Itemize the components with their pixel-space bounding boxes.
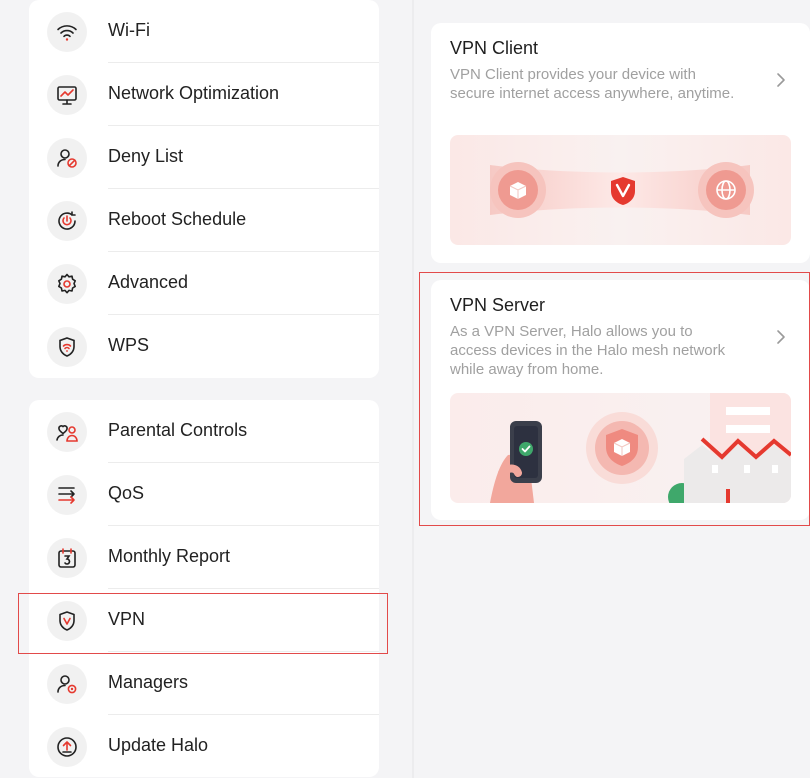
vpn-shield-icon [47, 601, 87, 641]
menu-item-label: Deny List [108, 146, 184, 166]
vpn-client-card[interactable]: VPN Client VPN Client provides your devi… [431, 23, 810, 263]
menu-item-managers[interactable]: Managers [29, 652, 379, 715]
wifi-icon [47, 12, 87, 52]
menu-item-label: Advanced [108, 272, 189, 292]
gear-icon [47, 264, 87, 304]
menu-item-label: Managers [108, 672, 189, 692]
chevron-right-icon [777, 73, 785, 87]
menu-item-network-optimization[interactable]: Network Optimization [29, 63, 379, 126]
menu-item-monthly-report[interactable]: Monthly Report [29, 526, 379, 589]
menu-item-qos[interactable]: QoS [29, 463, 379, 526]
pane-divider [412, 0, 414, 778]
monthly-report-icon [47, 538, 87, 578]
update-icon [47, 727, 87, 767]
vpn-server-title: VPN Server [450, 295, 546, 315]
managers-icon [47, 664, 87, 704]
network-optimization-icon [47, 75, 87, 115]
parental-controls-icon [47, 412, 87, 452]
wps-icon [47, 327, 87, 367]
menu-item-label: WPS [108, 335, 150, 355]
qos-icon [47, 475, 87, 515]
vpn-client-title: VPN Client [450, 38, 539, 58]
menu-item-label: Parental Controls [108, 420, 248, 440]
menu-item-wps[interactable]: WPS [29, 315, 379, 378]
menu-item-parental-controls[interactable]: Parental Controls [29, 400, 379, 463]
chevron-right-icon [777, 330, 785, 344]
deny-list-icon [47, 138, 87, 178]
menu-item-label: Network Optimization [108, 83, 280, 103]
settings-group-features: Parental Controls QoS Monthly Report VPN… [29, 400, 379, 777]
menu-item-label: Wi-Fi [108, 20, 150, 40]
menu-item-vpn[interactable]: VPN [29, 589, 379, 652]
vpn-client-description: VPN Client provides your device with sec… [450, 66, 735, 102]
menu-item-label: QoS [108, 483, 145, 503]
settings-group-network: Wi-Fi Network Optimization Deny List Reb… [29, 0, 379, 378]
menu-item-deny-list[interactable]: Deny List [29, 126, 379, 189]
reboot-schedule-icon [47, 201, 87, 241]
menu-item-update-halo[interactable]: Update Halo [29, 715, 379, 778]
vpn-server-illustration [450, 393, 791, 503]
menu-item-reboot-schedule[interactable]: Reboot Schedule [29, 189, 379, 252]
vpn-client-illustration [450, 135, 791, 245]
menu-item-label: Update Halo [108, 735, 209, 755]
menu-item-label: VPN [108, 609, 146, 629]
vpn-server-card[interactable]: VPN Server As a VPN Server, Halo allows … [431, 280, 810, 520]
menu-item-label: Reboot Schedule [108, 209, 247, 229]
menu-item-advanced[interactable]: Advanced [29, 252, 379, 315]
vpn-server-description: As a VPN Server, Halo allows you to acce… [450, 323, 726, 378]
menu-item-label: Monthly Report [108, 546, 231, 566]
menu-item-wifi[interactable]: Wi-Fi [29, 0, 379, 63]
